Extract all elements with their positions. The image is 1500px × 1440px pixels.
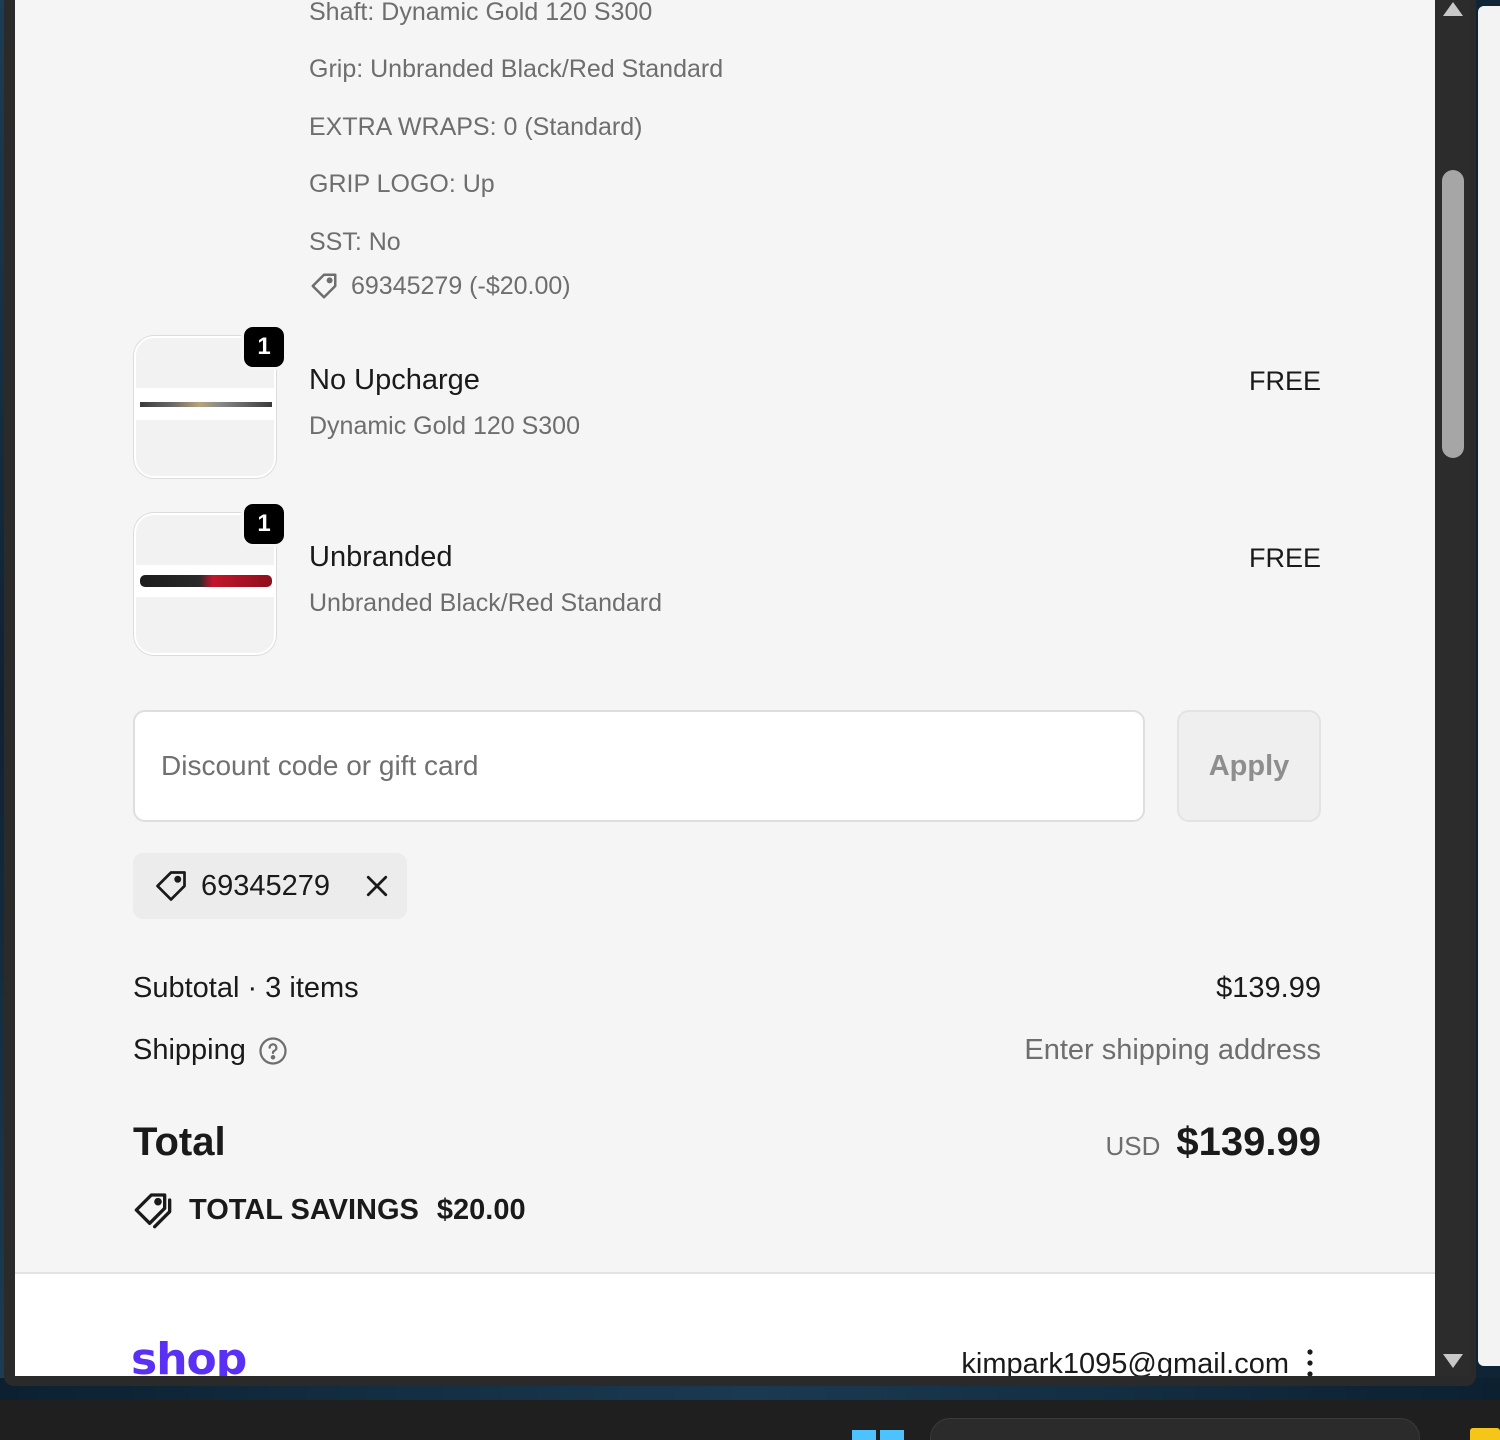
quantity-badge: 1 [241,501,287,547]
savings-value: $20.00 [436,1193,526,1226]
shipping-value: Enter shipping address [1024,1034,1321,1066]
subtotal-label: Subtotal · 3 items [133,972,359,1004]
savings-tag-icon [134,1193,172,1229]
quantity-badge: 1 [241,324,287,370]
prop-shaft: Shaft: Dynamic Gold 120 S300 [309,0,653,26]
line-item-price: FREE [1248,543,1321,573]
shop-pay-footer: shop kimpark1095@gmail.com [15,1272,1435,1376]
shipping-row-label: Shipping [133,1034,288,1067]
prop-grip-logo: GRIP LOGO: Up [309,170,495,198]
line-item-subtitle: Unbranded Black/Red Standard [309,589,663,617]
line-item: 1 Unbranded Unbranded Black/Red Standard… [15,501,1435,663]
prop-extra-wraps: EXTRA WRAPS: 0 (Standard) [309,113,643,141]
applied-discount-code: 69345279 [201,869,331,902]
taskbar-search[interactable] [930,1418,1420,1440]
line-item-title: Unbranded [309,541,453,573]
total-label: Total [133,1120,226,1164]
desktop-background-right [1472,0,1500,1400]
line-item-price: FREE [1248,366,1321,396]
tag-icon [156,871,186,901]
background-window-edge [1478,6,1500,1366]
total-currency: USD [1105,1131,1161,1161]
tag-icon [311,273,337,299]
item-discount-text: 69345279 (-$20.00) [351,271,571,300]
line-item-title: No Upcharge [309,364,480,396]
prop-sst: SST: No [309,228,401,256]
more-options-icon[interactable] [1301,1348,1319,1376]
prop-grip: Grip: Unbranded Black/Red Standard [309,55,724,83]
subtotal-value: $139.99 [1216,972,1321,1004]
help-icon[interactable] [258,1036,288,1066]
file-explorer-icon[interactable] [1470,1428,1500,1440]
scroll-down-arrow-icon[interactable] [1443,1354,1463,1368]
item-discount-line: 69345279 (-$20.00) [309,270,571,302]
scrollbar[interactable] [1435,0,1471,1376]
windows-start-icon[interactable] [852,1430,904,1440]
shipping-label: Shipping [133,1034,246,1066]
account-email: kimpark1095@gmail.com [961,1348,1289,1376]
applied-discount-chip: 69345279 [133,853,407,919]
checkout-order-summary: Shaft: Dynamic Gold 120 S300 Grip: Unbra… [15,0,1435,1376]
discount-code-input[interactable] [133,710,1145,822]
savings-label: TOTAL SAVINGS [189,1193,419,1226]
shop-logo: shop [131,1334,247,1376]
total-savings: TOTAL SAVINGS $20.00 [133,1190,526,1230]
apply-button[interactable]: Apply [1177,710,1321,822]
scrollbar-thumb[interactable] [1442,170,1464,458]
line-item-subtitle: Dynamic Gold 120 S300 [309,412,580,440]
total-amount: USD $139.99 [1106,1120,1322,1165]
scroll-up-arrow-icon[interactable] [1443,2,1463,16]
browser-window: Shaft: Dynamic Gold 120 S300 Grip: Unbra… [4,0,1476,1386]
remove-discount-icon[interactable] [362,871,392,901]
line-item: 1 No Upcharge Dynamic Gold 120 S300 FREE [15,324,1435,486]
total-value: $139.99 [1176,1120,1321,1164]
